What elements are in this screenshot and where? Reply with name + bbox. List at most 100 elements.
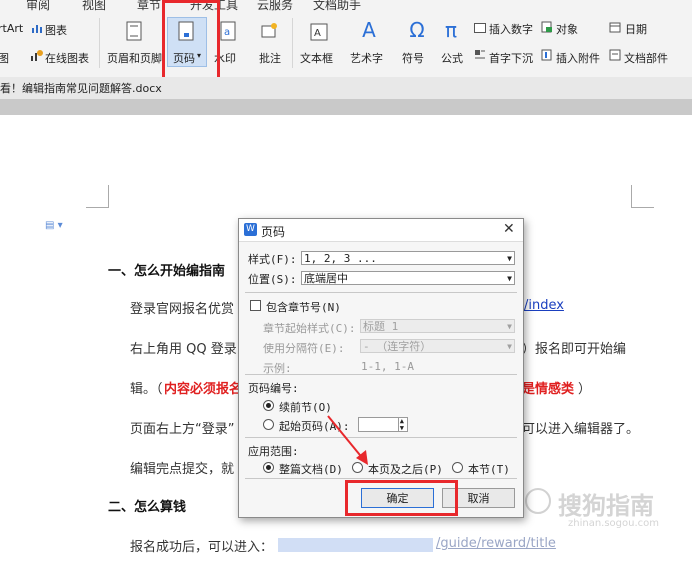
- paragraph-red-text: 是情感类: [522, 382, 575, 397]
- svg-text:A: A: [314, 28, 321, 39]
- online-chart-button[interactable]: 在线图表: [45, 50, 89, 66]
- omega-icon: Ω: [409, 18, 425, 42]
- separator-value: - （连字符）: [363, 340, 432, 353]
- divider: [245, 478, 517, 479]
- style-select[interactable]: 1, 2, 3 ... ▼: [301, 251, 515, 265]
- header-footer-icon: [124, 20, 144, 42]
- dropcap-icon: [474, 49, 486, 61]
- example-value: 1-1, 1-A: [361, 360, 414, 373]
- chapter-style-label: 章节起始样式(C):: [263, 322, 356, 335]
- tab-chapter[interactable]: 章节: [137, 0, 161, 13]
- dialog-titlebar[interactable]: W 页码 ✕: [239, 219, 523, 242]
- close-icon[interactable]: ✕: [503, 221, 515, 237]
- pi-icon: π: [444, 18, 458, 42]
- wordart-button[interactable]: 艺术字: [350, 50, 383, 66]
- ribbon-toolbar: 审阅 视图 章节 开发工具 云服务 文档助手 rtArt 图表 图 在线图表 页…: [0, 0, 692, 77]
- page-corner-mark: [631, 185, 654, 208]
- watermark-text: 搜狗指南: [558, 492, 654, 520]
- chevron-down-icon: ▼: [507, 254, 512, 263]
- attachment-button[interactable]: 插入附件: [556, 50, 600, 66]
- comment-icon: [259, 22, 279, 42]
- blurred-link: [278, 538, 433, 552]
- doc-parts-icon: [609, 49, 621, 61]
- continue-prev-radio[interactable]: [263, 400, 274, 411]
- tab-view[interactable]: 视图: [82, 0, 106, 13]
- smartart-label[interactable]: rtArt: [0, 22, 23, 35]
- position-label: 位置(S):: [248, 273, 297, 286]
- formula-button[interactable]: 公式: [441, 50, 463, 66]
- heading-2: 二、怎么算钱: [108, 500, 187, 515]
- paragraph-text: 报名成功后，可以进入：: [130, 540, 274, 555]
- paragraph-text: ）: [578, 382, 592, 397]
- apply-section-radio[interactable]: [452, 462, 463, 473]
- apply-whole-radio[interactable]: [263, 462, 274, 473]
- online-chart-icon: [30, 49, 43, 62]
- chevron-down-icon: ▼: [507, 322, 512, 331]
- svg-text:a: a: [224, 27, 230, 38]
- dialog-title: 页码: [261, 225, 286, 239]
- paragraph-text: ）报名即可开始编: [522, 342, 627, 357]
- watermark-icon: a: [219, 20, 237, 42]
- paragraph-red-text: 内容必须报名: [164, 382, 243, 397]
- document-tab-bar: 看！编辑指南常见问题解答.docx: [0, 77, 692, 100]
- sogou-logo-icon: [525, 488, 551, 514]
- object-icon: [541, 21, 553, 33]
- wps-app-icon: W: [244, 223, 257, 236]
- symbol-button[interactable]: 符号: [402, 50, 424, 66]
- date-button[interactable]: 日期: [625, 21, 647, 37]
- chevron-down-icon: ▼: [507, 274, 512, 283]
- paragraph-icon[interactable]: ▤ ▾: [45, 220, 63, 231]
- chart-icon: [31, 22, 43, 34]
- highlight-ok-button: [345, 480, 458, 516]
- annotation-arrow: [327, 415, 368, 465]
- spin-arrows-icon[interactable]: ▲ ▼: [397, 418, 405, 431]
- insert-number-button[interactable]: 插入数字: [489, 21, 533, 37]
- paragraph-link[interactable]: /guide/reward/title: [436, 536, 556, 551]
- textbox-icon: A: [309, 22, 329, 42]
- document-tab[interactable]: 看！编辑指南常见问题解答.docx: [0, 80, 162, 96]
- heading-1: 一、怎么开始编指南: [108, 264, 226, 279]
- chevron-down-icon: ▼: [507, 342, 512, 351]
- header-footer-button[interactable]: 页眉和页脚: [107, 50, 162, 66]
- include-chapter-label: 包含章节号(N): [266, 301, 341, 314]
- start-at-radio[interactable]: [263, 419, 274, 430]
- wordart-icon: A: [362, 18, 376, 42]
- doc-parts-button[interactable]: 文档部件: [624, 50, 668, 66]
- apply-section-label: 本节(T): [468, 463, 510, 476]
- paragraph-text: 编辑完点提交，就: [130, 462, 235, 477]
- chart-label[interactable]: 图表: [45, 22, 67, 38]
- tab-doc-assistant[interactable]: 文档助手: [313, 0, 361, 13]
- divider: [245, 292, 517, 293]
- tab-cloud[interactable]: 云服务: [257, 0, 293, 13]
- ribbon-divider: [99, 18, 100, 68]
- ribbon-divider: [292, 18, 293, 68]
- paragraph-text: 可以进入编辑器了。: [522, 422, 640, 437]
- comment-button[interactable]: 批注: [259, 50, 281, 66]
- style-label: 样式(F):: [248, 253, 297, 266]
- apply-label: 应用范围:: [248, 445, 299, 458]
- calendar-icon: [609, 21, 621, 33]
- position-select[interactable]: 底端居中 ▼: [301, 271, 515, 285]
- watermark-url: zhinan.sogou.com: [568, 518, 660, 529]
- dropcap-button[interactable]: 首字下沉: [489, 50, 533, 66]
- divider: [245, 374, 517, 375]
- numbering-label: 页码编号:: [248, 382, 299, 395]
- paragraph-text: 辑。（: [130, 382, 163, 397]
- insert-number-icon: [474, 22, 486, 33]
- page-gutter: [0, 99, 692, 115]
- textbox-button[interactable]: 文本框: [300, 50, 333, 66]
- style-select-value: 1, 2, 3 ...: [304, 252, 377, 265]
- object-button[interactable]: 对象: [556, 21, 578, 37]
- paragraph-link[interactable]: /index: [524, 298, 564, 313]
- page-corner-mark: [86, 185, 109, 208]
- attachment-icon: [541, 49, 553, 61]
- chapter-style-select[interactable]: 标题 1 ▼: [360, 319, 515, 333]
- cancel-button-label: 取消: [467, 492, 490, 505]
- page-number-dialog: W 页码 ✕ 样式(F): 1, 2, 3 ... ▼ 位置(S): 底端居中 …: [238, 218, 524, 518]
- include-chapter-checkbox[interactable]: [250, 300, 261, 311]
- left-partial-label[interactable]: 图: [0, 50, 9, 66]
- separator-label: 使用分隔符(E):: [263, 342, 345, 355]
- separator-select[interactable]: - （连字符） ▼: [360, 339, 515, 353]
- paragraph-text: 页面右上方“登录”: [130, 422, 235, 437]
- tab-review[interactable]: 审阅: [26, 0, 50, 13]
